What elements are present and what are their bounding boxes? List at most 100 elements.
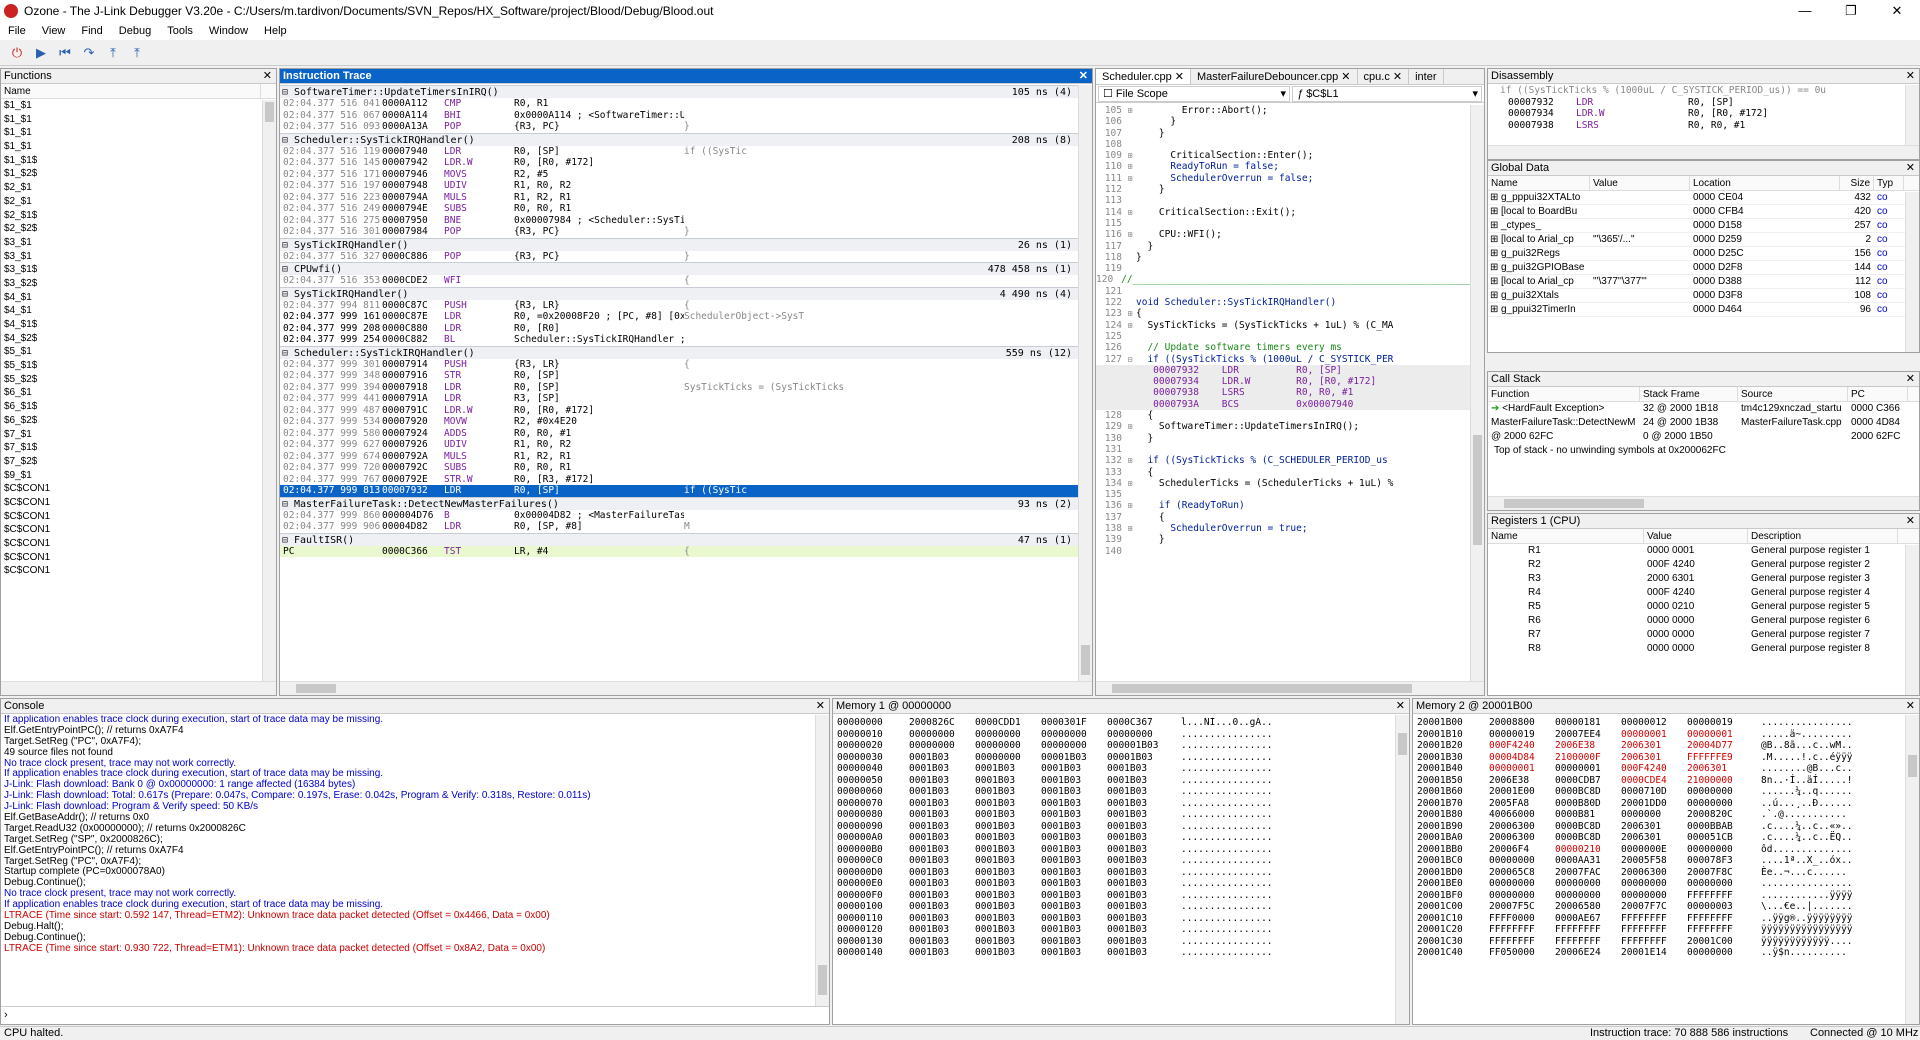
list-item[interactable]: $1_$1 — [1, 140, 276, 154]
trace-row[interactable]: 02:04.377 999 580 00007924 ADDS R0, R0, #1 — [280, 428, 1078, 440]
source-line[interactable]: 0000793A BCS 0x00007940 — [1096, 398, 1470, 411]
memory-word[interactable]: 0001B03 — [971, 809, 1037, 821]
expand-icon[interactable] — [1124, 534, 1136, 545]
table-row[interactable]: @ 2000 62FC 0 @ 2000 1B50 2000 62FC — [1488, 430, 1919, 444]
trace-row[interactable]: 02:04.377 999 348 00007916 STR R0, [SP] — [280, 370, 1078, 382]
source-line[interactable]: 128 { — [1096, 410, 1470, 421]
expand-icon[interactable] — [1124, 218, 1136, 229]
memory-word[interactable]: 0001B03 — [1037, 913, 1103, 925]
source-line[interactable]: 116 ⊞ CPU::WFI(); — [1096, 229, 1470, 240]
memory-row[interactable]: 000000C0 0001B03 0001B03 0001B03 0001B03....… — [833, 855, 1395, 867]
close-icon[interactable]: ✕ — [816, 699, 825, 714]
source-line[interactable]: 108 — [1096, 139, 1470, 150]
memory-word[interactable]: 0001B03 — [971, 936, 1037, 948]
memory-row[interactable]: 20001BB0 20006F4 00000210 0000000E 00000000 ô… — [1413, 844, 1905, 856]
memory-word[interactable]: 0001B03 — [971, 798, 1037, 810]
disassembly-row[interactable]: if ((SysTickTicks % (1000uL / C_SYSTICK_… — [1488, 85, 1905, 97]
memory-word[interactable]: 0001B03 — [971, 844, 1037, 856]
memory-word[interactable]: 000078F3 — [1683, 855, 1749, 867]
list-item[interactable]: $1_$2$ — [1, 167, 276, 181]
memory-row[interactable]: 00000130 0001B03 0001B03 0001B03 0001B03....… — [833, 936, 1395, 948]
trace-group-header[interactable]: SysTickIRQHandler() 26 ns (1) — [280, 237, 1078, 252]
memory-word[interactable]: 0001B03 — [905, 867, 971, 879]
memory-row[interactable]: 000000F0 0001B03 0001B03 0001B03 0001B03....… — [833, 890, 1395, 902]
memory-word[interactable]: 0001B03 — [905, 878, 971, 890]
memory-word[interactable]: 0001B03 — [971, 924, 1037, 936]
memory-word[interactable]: 0001B03 — [971, 775, 1037, 787]
memory-word[interactable]: 00000000 — [1485, 878, 1551, 890]
memory-row[interactable]: 20001C20 FFFFFFFF FFFFFFFF FFFFFFFF FFFFFFFF… — [1413, 924, 1905, 936]
memory-row[interactable]: 20001BC0 00000000 0000AA31 20005F58 000078F3… — [1413, 855, 1905, 867]
source-line[interactable]: 127 ⊟ if ((SysTickTicks % (1000uL / C_SYS… — [1096, 354, 1470, 365]
tab-masterfailuredebouncer-cpp[interactable]: MasterFailureDebouncer.cpp ✕ — [1191, 69, 1358, 84]
memory-word[interactable]: 0001B03 — [905, 924, 971, 936]
list-item[interactable]: $C$CON1 — [1, 510, 276, 524]
memory-word[interactable]: 00000000 — [1037, 729, 1103, 741]
memory-word[interactable]: 0001B03 — [1037, 786, 1103, 798]
memory-word[interactable]: 2006E38 — [1485, 775, 1551, 787]
memory-row[interactable]: 00000120 0001B03 0001B03 0001B03 0001B03....… — [833, 924, 1395, 936]
memory-word[interactable]: 00000000 — [1683, 878, 1749, 890]
memory-row[interactable]: 000000E0 0001B03 0001B03 0001B03 0001B03....… — [833, 878, 1395, 890]
expand-icon[interactable]: ⊞ — [1488, 191, 1498, 204]
memory-word[interactable]: FFFFFFFF — [1683, 890, 1749, 902]
memory-word[interactable]: 0001B03 — [905, 890, 971, 902]
expand-icon[interactable]: ⊞ — [1124, 478, 1136, 489]
disassembly-row[interactable]: 00007934 LDR.W R0, [R0, #172] — [1488, 108, 1905, 120]
source-line[interactable]: 111 ⊞ SchedulerOverrun = false; — [1096, 173, 1470, 184]
trace-row[interactable]: 02:04.377 999 534 00007920 MOVW R2, #0x4E20 — [280, 416, 1078, 428]
minimize-button[interactable]: — — [1782, 0, 1828, 22]
memory-word[interactable]: 0001B03 — [971, 913, 1037, 925]
memory-word[interactable]: 0001B03 — [1103, 936, 1169, 948]
table-row[interactable]: MasterFailureTask::DetectNewM 24 @ 2000 1… — [1488, 416, 1919, 430]
expand-icon[interactable]: ⊟ — [1124, 354, 1136, 365]
expand-icon[interactable]: ⊞ — [1488, 303, 1498, 316]
expand-icon[interactable] — [1124, 467, 1136, 478]
list-item[interactable]: $1_$1 — [1, 126, 276, 140]
memory-word[interactable]: 0001B03 — [1103, 924, 1169, 936]
trace-vscroll[interactable] — [1078, 85, 1092, 681]
memory-word[interactable]: 00000210 — [1551, 844, 1617, 856]
expand-icon[interactable]: ⊞ — [1124, 207, 1136, 218]
memory-word[interactable]: 2006301 — [1617, 832, 1683, 844]
expand-icon[interactable] — [1124, 139, 1136, 150]
source-line[interactable]: 136 ⊞ if (ReadyToRun) — [1096, 500, 1470, 511]
memory-row[interactable]: 00000080 0001B03 0001B03 0001B03 0001B03....… — [833, 809, 1395, 821]
expand-icon[interactable]: ⊞ — [1124, 161, 1136, 172]
memory-word[interactable]: 0001B03 — [905, 763, 971, 775]
menu-tools[interactable]: Tools — [159, 25, 201, 37]
memory-word[interactable]: 0001B03 — [971, 763, 1037, 775]
memory-word[interactable]: 00000000 — [1551, 878, 1617, 890]
memory-word[interactable]: 0001B03 — [1103, 844, 1169, 856]
memory-word[interactable]: 0001B03 — [905, 786, 971, 798]
table-row[interactable]: ⊞ [local to BoardBu 0000 CFB4 420 co — [1488, 205, 1919, 219]
memory-word[interactable]: 20006580 — [1551, 901, 1617, 913]
source-line[interactable]: 122 void Scheduler::SysTickIRQHandler() — [1096, 297, 1470, 308]
memory-word[interactable]: 200065C8 — [1485, 867, 1551, 879]
continue-icon[interactable]: ▶ — [32, 44, 50, 62]
memory-word[interactable]: 00001B03 — [1037, 752, 1103, 764]
list-item[interactable]: $C$CON1 — [1, 551, 276, 565]
memory-word[interactable]: 0001B03 — [971, 867, 1037, 879]
memory-row[interactable]: 20001B80 40066000 0000B81 0000000 2000820C .`… — [1413, 809, 1905, 821]
trace-row[interactable]: 02:04.377 999 860 000004D76 B 0x00004D82 ; … — [280, 510, 1078, 522]
expand-icon[interactable]: ⊞ — [1488, 233, 1498, 246]
memory-word[interactable]: 0000B80D — [1551, 798, 1617, 810]
trace-row[interactable]: PC 0000C366 TST LR, #4 { — [280, 545, 1078, 557]
memory-word[interactable]: 00000000 — [1551, 890, 1617, 902]
memory-2-vscroll[interactable] — [1905, 715, 1919, 1024]
table-row[interactable]: R2 000F 4240 General purpose register 2 — [1488, 558, 1919, 572]
memory-word[interactable]: 40066000 — [1485, 809, 1551, 821]
memory-word[interactable]: FFFFFFFF — [1617, 913, 1683, 925]
table-row[interactable]: R4 000F 4240 General purpose register 4 — [1488, 586, 1919, 600]
memory-word[interactable]: 0001B03 — [905, 775, 971, 787]
memory-word[interactable]: 0001B03 — [1037, 855, 1103, 867]
power-icon[interactable]: ⏻ — [8, 44, 26, 62]
trace-row[interactable]: 02:04.377 516 327 0000C886 POP {R3, PC}} — [280, 251, 1078, 263]
expand-icon[interactable] — [1124, 128, 1136, 139]
expand-icon[interactable] — [1124, 195, 1136, 206]
source-line[interactable]: 140 — [1096, 546, 1470, 557]
memory-word[interactable]: 0001B03 — [971, 901, 1037, 913]
memory-word[interactable]: 0001B03 — [1037, 809, 1103, 821]
memory-word[interactable]: 20001E00 — [1485, 786, 1551, 798]
